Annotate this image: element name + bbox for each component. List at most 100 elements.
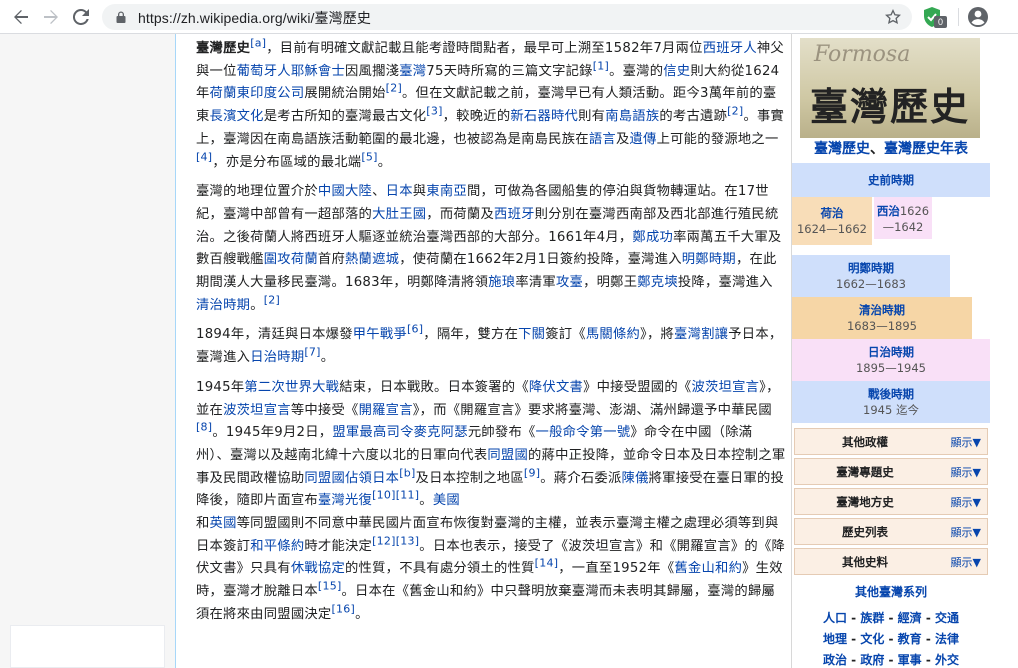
ref-a[interactable]: [a] [250, 37, 266, 50]
ref-2b[interactable]: [2] [727, 105, 743, 118]
nav-row-sources[interactable]: 其他史料 顯示▼ [794, 548, 988, 575]
ref-11[interactable]: [11] [396, 489, 420, 502]
more-link[interactable]: 交通 [935, 611, 959, 625]
ref-15[interactable]: [15] [318, 580, 342, 593]
more-link[interactable]: 政府 [860, 653, 884, 667]
period-mingzheng[interactable]: 明鄭時期 1662—1683 [792, 255, 950, 297]
link-usa[interactable]: 美國 [433, 493, 460, 508]
period-dutch[interactable]: 荷治 1624—1662 [792, 197, 872, 245]
link-spaniards[interactable]: 西班牙人 [703, 41, 757, 56]
link-occupation[interactable]: 同盟國佔領日本 [304, 471, 399, 486]
ref-9[interactable]: [9] [524, 466, 540, 479]
nav-row-lists[interactable]: 歷史列表 顯示▼ [794, 518, 988, 545]
ref-5[interactable]: [5] [361, 150, 377, 163]
period-spanish[interactable]: 西治1626 —1642 [874, 197, 932, 239]
back-button[interactable] [8, 4, 34, 30]
link-jesuit[interactable]: 耶穌會士 [291, 64, 345, 79]
more-link[interactable]: 教育 [898, 632, 922, 646]
link-zhengkeshuang[interactable]: 鄭克塽 [637, 275, 678, 290]
link-mainland[interactable]: 中國大陸 [318, 184, 372, 199]
link-language[interactable]: 語言 [589, 132, 616, 147]
period-postwar[interactable]: 戰後時期 1945 迄今 [792, 381, 990, 423]
link-surrender[interactable]: 降伏文書 [529, 380, 583, 395]
more-link[interactable]: 地理 [823, 632, 847, 646]
link-neolithic[interactable]: 新石器時代 [510, 109, 578, 124]
link-cairo[interactable]: 開羅宣言 [359, 403, 413, 418]
ref-12[interactable]: [12] [372, 534, 396, 547]
ref-6[interactable]: [6] [407, 323, 423, 336]
ref-2[interactable]: [2] [386, 82, 402, 95]
link-shilang[interactable]: 施琅 [488, 275, 515, 290]
link-attack[interactable]: 攻臺 [556, 275, 583, 290]
link-potsdam[interactable]: 波茨坦宣言 [691, 380, 759, 395]
account-icon[interactable] [966, 5, 990, 29]
ref-1[interactable]: [1] [593, 59, 609, 72]
ref-14[interactable]: [14] [535, 557, 559, 570]
link-sino-japanese-war[interactable]: 甲午戰爭 [353, 327, 407, 342]
toggle-show[interactable]: 顯示▼ [951, 494, 981, 510]
period-japanese[interactable]: 日治時期 1895—1945 [792, 339, 990, 381]
nav-row-other-regimes[interactable]: 其他政權 顯示▼ [794, 428, 988, 455]
ref-10[interactable]: [10] [372, 489, 396, 502]
link-cession[interactable]: 臺灣割讓 [674, 327, 728, 342]
more-link[interactable]: 政治 [823, 653, 847, 667]
link-dadu[interactable]: 大肚王國 [372, 207, 426, 222]
link-japan[interactable]: 日本 [386, 184, 413, 199]
ref-2c[interactable]: [2] [264, 293, 280, 306]
ref-16[interactable]: [16] [331, 602, 355, 615]
caption-link-timeline[interactable]: 臺灣歷史年表 [884, 141, 968, 157]
infobox-image[interactable]: Formosa 臺灣歷史 [800, 38, 980, 138]
ref-8[interactable]: [8] [196, 421, 212, 434]
reload-button[interactable] [68, 4, 94, 30]
more-link[interactable]: 經濟 [898, 611, 922, 625]
link-retrocession[interactable]: 臺灣光復 [318, 493, 372, 508]
more-series-title[interactable]: 其他臺灣系列 [792, 583, 990, 600]
link-xinshi[interactable]: 信史 [663, 64, 690, 79]
link-uk[interactable]: 英國 [210, 516, 237, 531]
link-potsdam-2[interactable]: 波茨坦宣言 [223, 403, 291, 418]
toggle-show[interactable]: 顯示▼ [951, 554, 981, 570]
ref-7[interactable]: [7] [304, 346, 320, 359]
more-link[interactable]: 文化 [860, 632, 884, 646]
link-voc[interactable]: 荷蘭東印度公司 [210, 86, 305, 101]
link-macarthur[interactable]: 盟軍最高司令麥克阿瑟 [332, 425, 467, 440]
link-changbin[interactable]: 長濱文化 [210, 109, 264, 124]
toggle-show[interactable]: 顯示▼ [951, 524, 981, 540]
toggle-show[interactable]: 顯示▼ [951, 464, 981, 480]
star-icon[interactable] [884, 8, 902, 26]
nav-row-local[interactable]: 臺灣地方史 顯示▼ [794, 488, 988, 515]
period-prehistory[interactable]: 史前時期 [792, 163, 990, 197]
link-general-order[interactable]: 一般命令第一號 [536, 425, 631, 440]
link-koxinga[interactable]: 鄭成功 [632, 230, 673, 245]
more-link[interactable]: 人口 [823, 611, 847, 625]
toggle-show[interactable]: 顯示▼ [951, 434, 981, 450]
more-link[interactable]: 族群 [860, 611, 884, 625]
period-qing[interactable]: 清治時期 1683—1895 [792, 297, 972, 339]
more-link[interactable]: 外交 [935, 653, 959, 667]
link-spain[interactable]: 西班牙 [494, 207, 535, 222]
link-portuguese[interactable]: 葡萄牙人 [237, 64, 291, 79]
link-japanese-rule[interactable]: 日治時期 [250, 350, 304, 365]
link-taiwan[interactable]: 臺灣 [399, 64, 426, 79]
link-peace-treaty[interactable]: 和平條約 [250, 539, 304, 554]
link-shimonoseki[interactable]: 下關 [518, 327, 545, 342]
link-qing[interactable]: 清治時期 [196, 298, 250, 313]
address-bar[interactable]: https://zh.wikipedia.org/wiki/臺灣歷史 [102, 4, 912, 30]
nav-row-topics[interactable]: 臺灣專題史 顯示▼ [794, 458, 988, 485]
link-armistice[interactable]: 休戰協定 [291, 561, 345, 576]
link-mingzheng[interactable]: 明鄭時期 [682, 252, 736, 267]
ref-13[interactable]: [13] [396, 534, 420, 547]
link-zeelandia[interactable]: 熱蘭遮城 [345, 252, 399, 267]
link-genetics[interactable]: 遺傳 [630, 132, 657, 147]
link-allies[interactable]: 同盟國 [487, 448, 528, 463]
link-siege[interactable]: 圍攻荷蘭 [264, 252, 318, 267]
link-sea[interactable]: 東南亞 [426, 184, 467, 199]
link-austronesian[interactable]: 南島語族 [605, 109, 659, 124]
forward-button[interactable] [38, 4, 64, 30]
caption-link-history[interactable]: 臺灣歷史 [814, 141, 870, 157]
more-link[interactable]: 法律 [935, 632, 959, 646]
link-ww2[interactable]: 第二次世界大戰 [244, 380, 339, 395]
link-sf-treaty[interactable]: 舊金山和約 [674, 561, 742, 576]
link-chenyi[interactable]: 陳儀 [622, 471, 649, 486]
link-treaty[interactable]: 馬關條約 [586, 327, 640, 342]
